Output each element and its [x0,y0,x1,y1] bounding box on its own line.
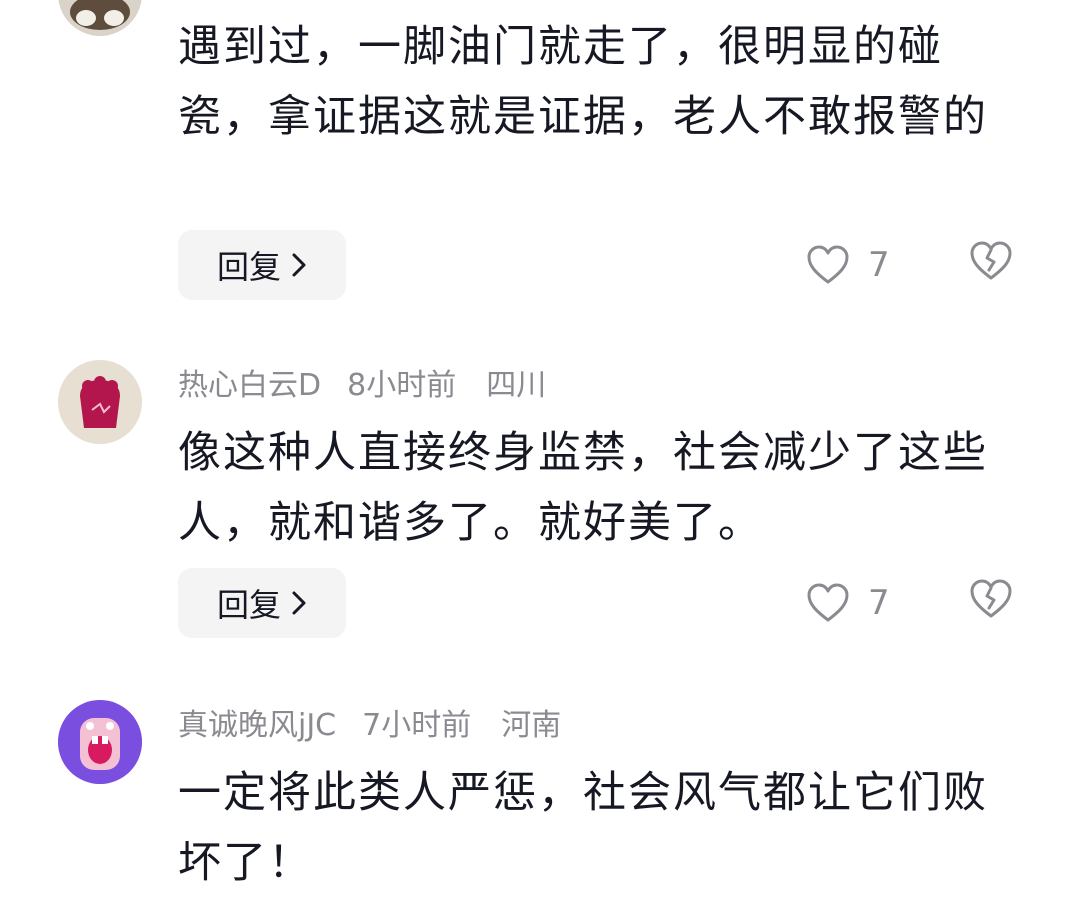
comment-time: 8小时前 [347,368,457,403]
comment-item: 热心白云D 8小时前 四川 像这种人直接终身监禁，社会减少了这些人，就和谐多了。就好… [0,330,1080,670]
broken-heart-icon [968,578,1018,620]
avatar-image [58,0,142,36]
chevron-right-icon [291,590,307,616]
username[interactable]: 热心白云D [178,368,321,403]
avatar[interactable] [58,360,142,444]
avatar[interactable] [58,0,142,36]
dislike-button[interactable] [968,578,1018,628]
heart-outline-icon [806,583,850,623]
comment-item: 遇到过，一脚油门就走了，很明显的碰瓷，拿证据这就是证据，老人不敢报警的 回复 7 [0,0,1080,330]
comment-meta: 热心白云D 8小时前 四川 [178,366,572,406]
heart-outline-icon [806,245,850,285]
avatar-image [58,700,142,784]
reply-label: 回复 [216,248,281,286]
username[interactable]: 真诚晚风jJC [178,708,336,743]
comment-item: 真诚晚风jJC 7小时前 河南 一定将此类人严惩，社会风气都让它们败坏了！ [0,670,1080,902]
reply-button[interactable]: 回复 [178,568,346,638]
chevron-right-icon [291,252,307,278]
like-button[interactable]: 7 [806,578,906,628]
comment-meta: 真诚晚风jJC 7小时前 河南 [178,706,587,746]
comment-location: 四川 [486,368,547,403]
comment-text: 遇到过，一脚油门就走了，很明显的碰瓷，拿证据这就是证据，老人不敢报警的 [178,22,988,142]
avatar-image [58,360,142,444]
comment-time: 7小时前 [362,708,472,743]
comment-location: 河南 [501,708,562,743]
comment-text: 一定将此类人严惩，社会风气都让它们败坏了！ [178,768,988,888]
reply-button[interactable]: 回复 [178,230,346,300]
like-count: 7 [868,245,890,285]
reply-label: 回复 [216,586,281,624]
like-count: 7 [868,583,890,623]
like-button[interactable]: 7 [806,240,906,290]
avatar[interactable] [58,700,142,784]
comment-text: 像这种人直接终身监禁，社会减少了这些人，就和谐多了。就好美了。 [178,428,988,548]
broken-heart-icon [968,240,1018,282]
dislike-button[interactable] [968,240,1018,290]
